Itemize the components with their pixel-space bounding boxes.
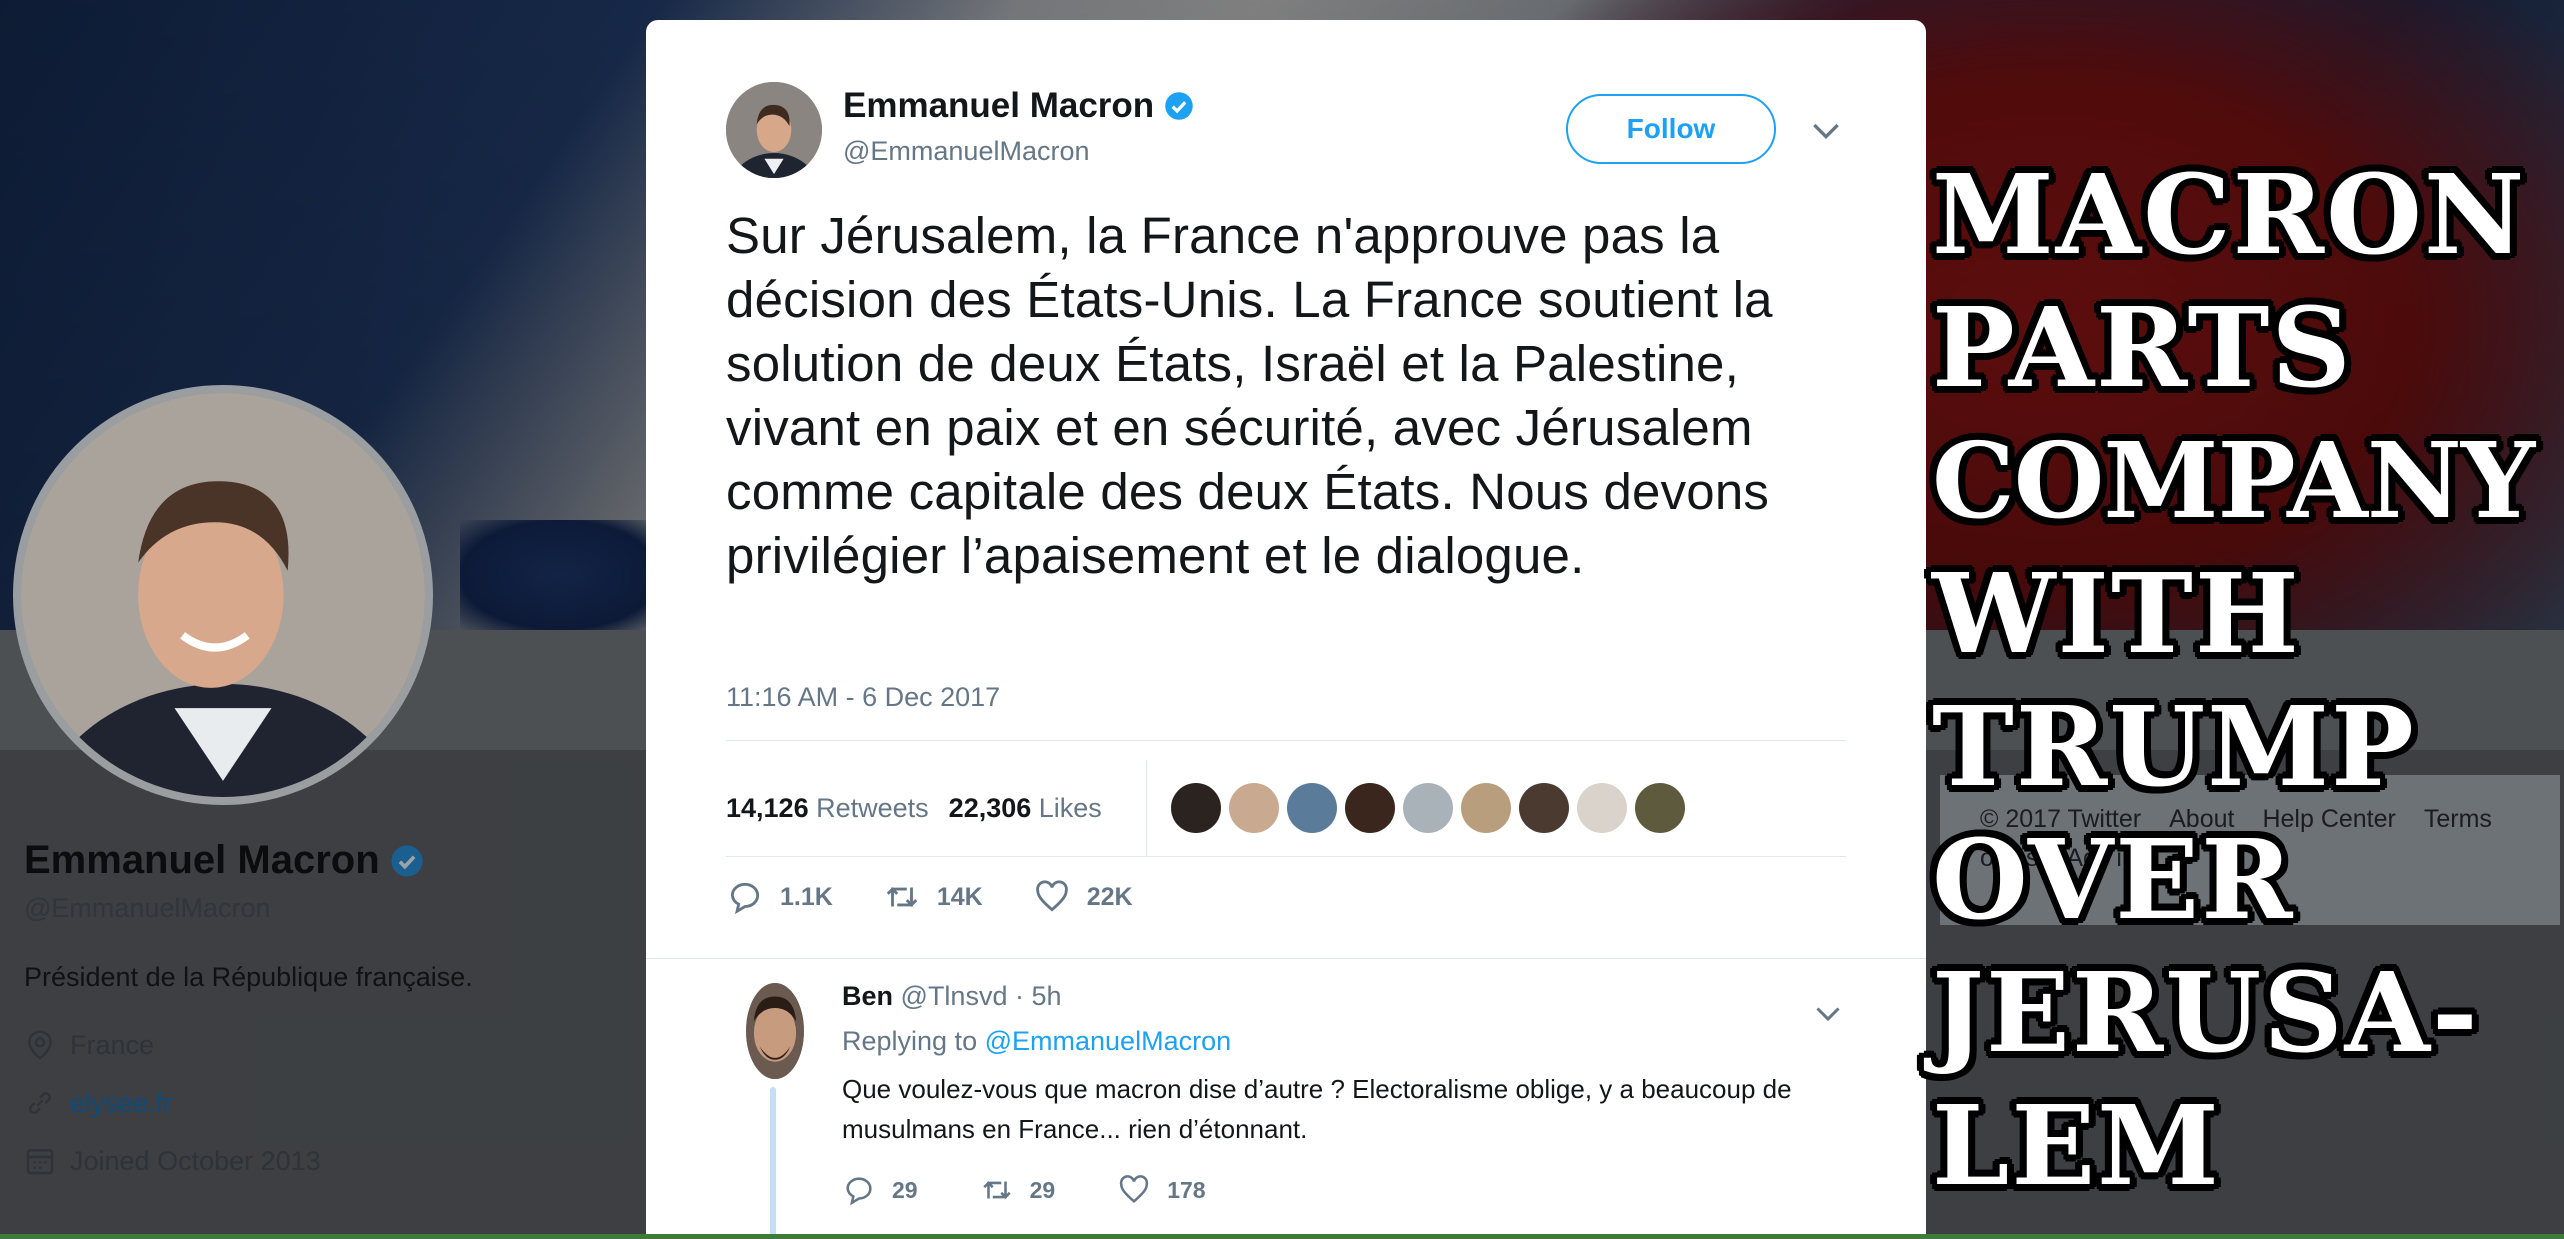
- reply-author-avatar[interactable]: [746, 983, 804, 1079]
- tweet-actions: 1.1K 14K 22K: [726, 878, 1183, 916]
- map-pin-icon: [28, 1030, 52, 1060]
- heart-icon: [1120, 1175, 1149, 1204]
- profile-joined: Joined October 2013: [24, 1145, 624, 1177]
- liker-avatar[interactable]: [1344, 783, 1395, 833]
- retweet-button[interactable]: 29: [980, 1173, 1056, 1207]
- replying-prefix: Replying to: [842, 1026, 978, 1056]
- liker-avatar[interactable]: [1402, 783, 1453, 833]
- profile-avatar[interactable]: [13, 385, 433, 805]
- retweets-label: Retweets: [816, 792, 929, 823]
- liker-avatar[interactable]: [1460, 783, 1511, 833]
- headline-line: WITH: [1932, 549, 2301, 678]
- verified-badge-icon: [1165, 92, 1193, 120]
- headline-line: JERUSA-: [1932, 948, 2480, 1077]
- profile-website-link[interactable]: elysee.fr: [70, 1088, 172, 1119]
- profile-handle[interactable]: @EmmanuelMacron: [24, 893, 624, 924]
- retweets-stat[interactable]: 14,126 Retweets: [726, 793, 929, 824]
- profile-info: Emmanuel Macron @EmmanuelMacron Présiden…: [24, 838, 624, 1177]
- reply-age[interactable]: · 5h: [1015, 981, 1062, 1011]
- tweet-modal: Emmanuel Macron @EmmanuelMacron Follow S…: [646, 20, 1926, 1239]
- headline-line: OVER: [1932, 815, 2295, 944]
- replying-to-link[interactable]: @EmmanuelMacron: [985, 1026, 1232, 1056]
- replying-to: Replying to @EmmanuelMacron: [842, 1026, 1842, 1057]
- liker-avatar[interactable]: [1576, 783, 1627, 833]
- liker-avatar[interactable]: [1286, 783, 1337, 833]
- profile-bio: Président de la République française.: [24, 962, 473, 992]
- thread-line: [770, 1087, 776, 1239]
- bottom-edge: [0, 1234, 2564, 1239]
- follow-button[interactable]: Follow: [1566, 94, 1776, 164]
- headline-line: TRUMP: [1932, 682, 2416, 811]
- reply-button[interactable]: 29: [842, 1173, 918, 1207]
- calendar-icon: [26, 1149, 54, 1175]
- like-button[interactable]: 178: [1117, 1173, 1206, 1207]
- liker-avatars: [1170, 783, 1685, 833]
- likes-stat[interactable]: 22,306 Likes: [949, 793, 1102, 824]
- reply-actions: 29 29 178: [842, 1173, 1842, 1207]
- headline-line: MACRON: [1932, 150, 2527, 279]
- liker-avatar[interactable]: [1634, 783, 1685, 833]
- retweet-icon: [886, 887, 918, 907]
- retweets-count: 14,126: [726, 792, 809, 823]
- likes-count: 22,306: [948, 792, 1032, 823]
- divider: [726, 856, 1846, 857]
- tweet-author-block: Emmanuel Macron @EmmanuelMacron: [843, 86, 1194, 167]
- reply-content: Ben @Tlnsvd · 5h Replying to @EmmanuelMa…: [842, 981, 1842, 1207]
- reply-author-name[interactable]: Ben: [842, 981, 893, 1011]
- retweet-button[interactable]: 14K: [883, 878, 983, 916]
- reply-header: Ben @Tlnsvd · 5h: [842, 981, 1842, 1012]
- chevron-down-icon[interactable]: [1806, 110, 1846, 150]
- headline-overlay: MACRON PARTS COMPANY WITH TRUMP OVER JER…: [1932, 148, 2562, 1212]
- tweet-author-handle[interactable]: @EmmanuelMacron: [843, 136, 1194, 167]
- profile-location: France: [24, 1029, 624, 1061]
- reply-author-handle[interactable]: @Tlnsvd: [901, 981, 1008, 1011]
- reply-count: 1.1K: [780, 882, 833, 911]
- reply-text: Que voulez-vous que macron dise d’autre …: [842, 1074, 1792, 1144]
- like-count: 178: [1167, 1176, 1206, 1203]
- liker-avatar[interactable]: [1228, 783, 1279, 833]
- profile-website: elysee.fr: [24, 1087, 624, 1119]
- profile-name[interactable]: Emmanuel Macron: [24, 838, 380, 883]
- profile-joined-text: Joined October 2013: [70, 1145, 321, 1176]
- reply-thread: Ben @Tlnsvd · 5h Replying to @EmmanuelMa…: [646, 958, 1926, 1239]
- reply-icon: [730, 882, 760, 915]
- likes-label: Likes: [1038, 792, 1102, 823]
- like-button[interactable]: 22K: [1033, 878, 1133, 916]
- reply-count: 29: [892, 1176, 918, 1203]
- verified-badge-icon: [391, 844, 423, 877]
- chevron-down-icon[interactable]: [1810, 995, 1846, 1031]
- headline-line: PARTS: [1932, 283, 2353, 412]
- tweet-text: Sur Jérusalem, la France n'approuve pas …: [726, 207, 1773, 584]
- tweet-author-name-row: Emmanuel Macron: [843, 86, 1194, 126]
- profile-name-row: Emmanuel Macron: [24, 838, 624, 883]
- reply-icon: [846, 1177, 872, 1206]
- retweet-count: 29: [1029, 1176, 1056, 1203]
- link-icon: [29, 1092, 51, 1114]
- heart-icon: [1035, 880, 1068, 912]
- tweet-timestamp[interactable]: 11:16 AM - 6 Dec 2017: [726, 682, 1000, 713]
- tweet-author-avatar[interactable]: [726, 82, 822, 178]
- liker-avatar[interactable]: [1518, 783, 1569, 833]
- reply-button[interactable]: 1.1K: [726, 878, 833, 916]
- tweet-header: Emmanuel Macron @EmmanuelMacron Follow: [726, 82, 1846, 202]
- like-count: 22K: [1086, 882, 1133, 911]
- retweet-count: 14K: [936, 882, 983, 911]
- headline-line: COMPANY: [1932, 419, 2535, 542]
- liker-avatar[interactable]: [1170, 783, 1221, 833]
- divider: [726, 740, 1846, 741]
- tweet-stats: 14,126 Retweets 22,306 Likes: [726, 760, 1846, 856]
- headline-line: LEM: [1932, 1081, 2221, 1210]
- divider: [1145, 760, 1147, 856]
- profile-location-text: France: [70, 1029, 155, 1060]
- tweet-author-name[interactable]: Emmanuel Macron: [843, 86, 1154, 126]
- retweet-icon: [982, 1181, 1011, 1199]
